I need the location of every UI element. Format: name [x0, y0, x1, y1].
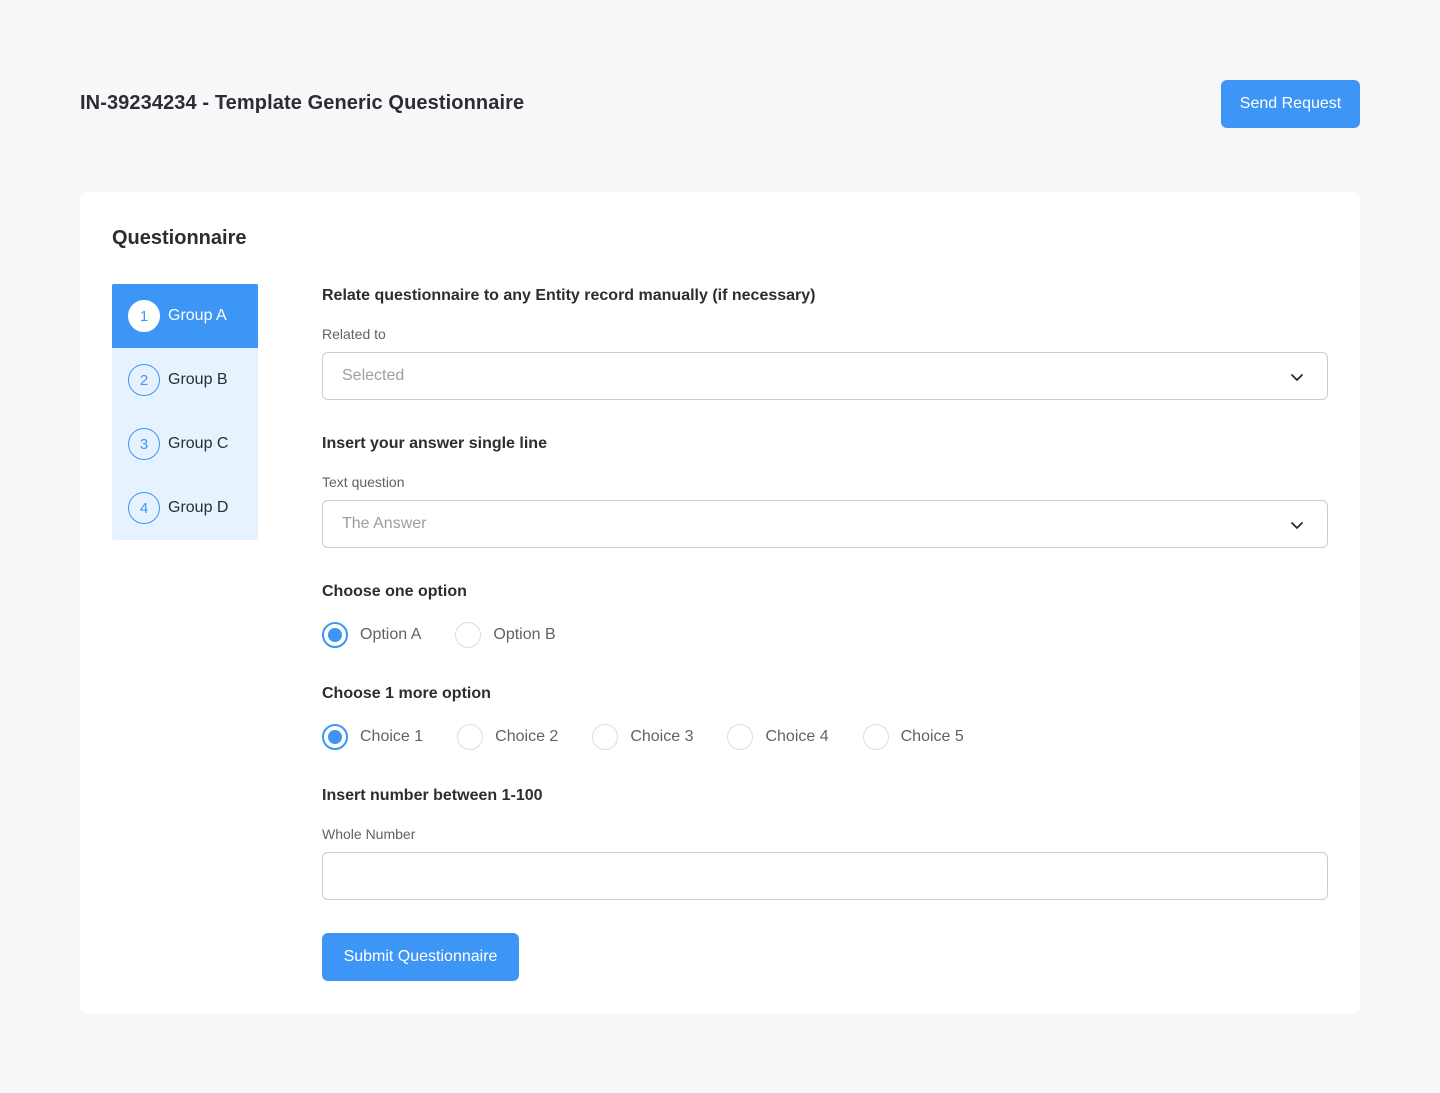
- radio-button[interactable]: [322, 724, 348, 750]
- whole-number-label: Whole Number: [322, 826, 416, 842]
- step-label: Group A: [168, 307, 227, 324]
- submit-questionnaire-button[interactable]: Submit Questionnaire: [322, 933, 519, 981]
- step-group-a[interactable]: 1 Group A: [112, 284, 258, 348]
- radio-label: Choice 4: [765, 728, 829, 745]
- radio-option-b[interactable]: Option B: [455, 622, 556, 648]
- step-number: 1: [128, 300, 160, 332]
- chevron-down-icon: [1291, 522, 1303, 529]
- text-question-label: Text question: [322, 474, 405, 490]
- page-title: IN-39234234 - Template Generic Questionn…: [80, 92, 525, 114]
- choose-more-radio-group: Choice 1 Choice 2 Choice 3 Choice 4 Choi…: [322, 724, 964, 750]
- radio-button[interactable]: [455, 622, 482, 648]
- radio-choice-4[interactable]: Choice 4: [727, 724, 829, 750]
- radio-button[interactable]: [592, 724, 619, 750]
- step-label: Group C: [168, 435, 229, 452]
- step-group-d[interactable]: 4 Group D: [112, 476, 258, 540]
- radio-label: Option A: [360, 626, 422, 643]
- radio-choice-1[interactable]: Choice 1: [322, 724, 423, 750]
- text-question-value: The Answer: [342, 515, 427, 532]
- text-section-title: Insert your answer single line: [322, 435, 547, 452]
- group-stepper: 1 Group A 2 Group B 3 Group C 4 Group D: [112, 284, 258, 540]
- radio-label: Choice 5: [900, 728, 964, 745]
- step-group-b[interactable]: 2 Group B: [112, 348, 258, 412]
- radio-choice-3[interactable]: Choice 3: [592, 724, 693, 750]
- radio-choice-5[interactable]: Choice 5: [862, 724, 964, 750]
- step-label: Group B: [168, 371, 228, 388]
- step-label: Group D: [168, 499, 229, 516]
- step-number: 4: [128, 492, 160, 524]
- radio-label: Choice 3: [630, 728, 694, 745]
- radio-button[interactable]: [862, 724, 889, 750]
- number-section-title: Insert number between 1-100: [322, 787, 543, 804]
- whole-number-input[interactable]: [322, 852, 1328, 900]
- radio-choice-2[interactable]: Choice 2: [457, 724, 558, 750]
- card-title: Questionnaire: [112, 227, 247, 249]
- related-section-title: Relate questionnaire to any Entity recor…: [322, 287, 816, 304]
- related-to-select[interactable]: Selected: [322, 352, 1328, 400]
- text-question-select[interactable]: The Answer: [322, 500, 1328, 548]
- send-request-button[interactable]: Send Request: [1221, 80, 1360, 128]
- questionnaire-card: Questionnaire 1 Group A 2 Group B 3 Grou…: [80, 192, 1360, 1014]
- choose-more-title: Choose 1 more option: [322, 685, 491, 702]
- related-label: Related to: [322, 326, 386, 342]
- chevron-down-icon: [1291, 374, 1303, 381]
- choose-one-title: Choose one option: [322, 583, 467, 600]
- step-number: 2: [128, 364, 160, 396]
- related-to-value: Selected: [342, 367, 405, 384]
- radio-button[interactable]: [322, 622, 348, 648]
- radio-option-a[interactable]: Option A: [322, 622, 421, 648]
- radio-label: Option B: [493, 626, 556, 643]
- radio-label: Choice 1: [360, 728, 424, 745]
- radio-button[interactable]: [727, 724, 754, 750]
- step-number: 3: [128, 428, 160, 460]
- radio-label: Choice 2: [495, 728, 559, 745]
- choose-one-radio-group: Option A Option B: [322, 622, 556, 648]
- radio-button[interactable]: [457, 724, 484, 750]
- step-group-c[interactable]: 3 Group C: [112, 412, 258, 476]
